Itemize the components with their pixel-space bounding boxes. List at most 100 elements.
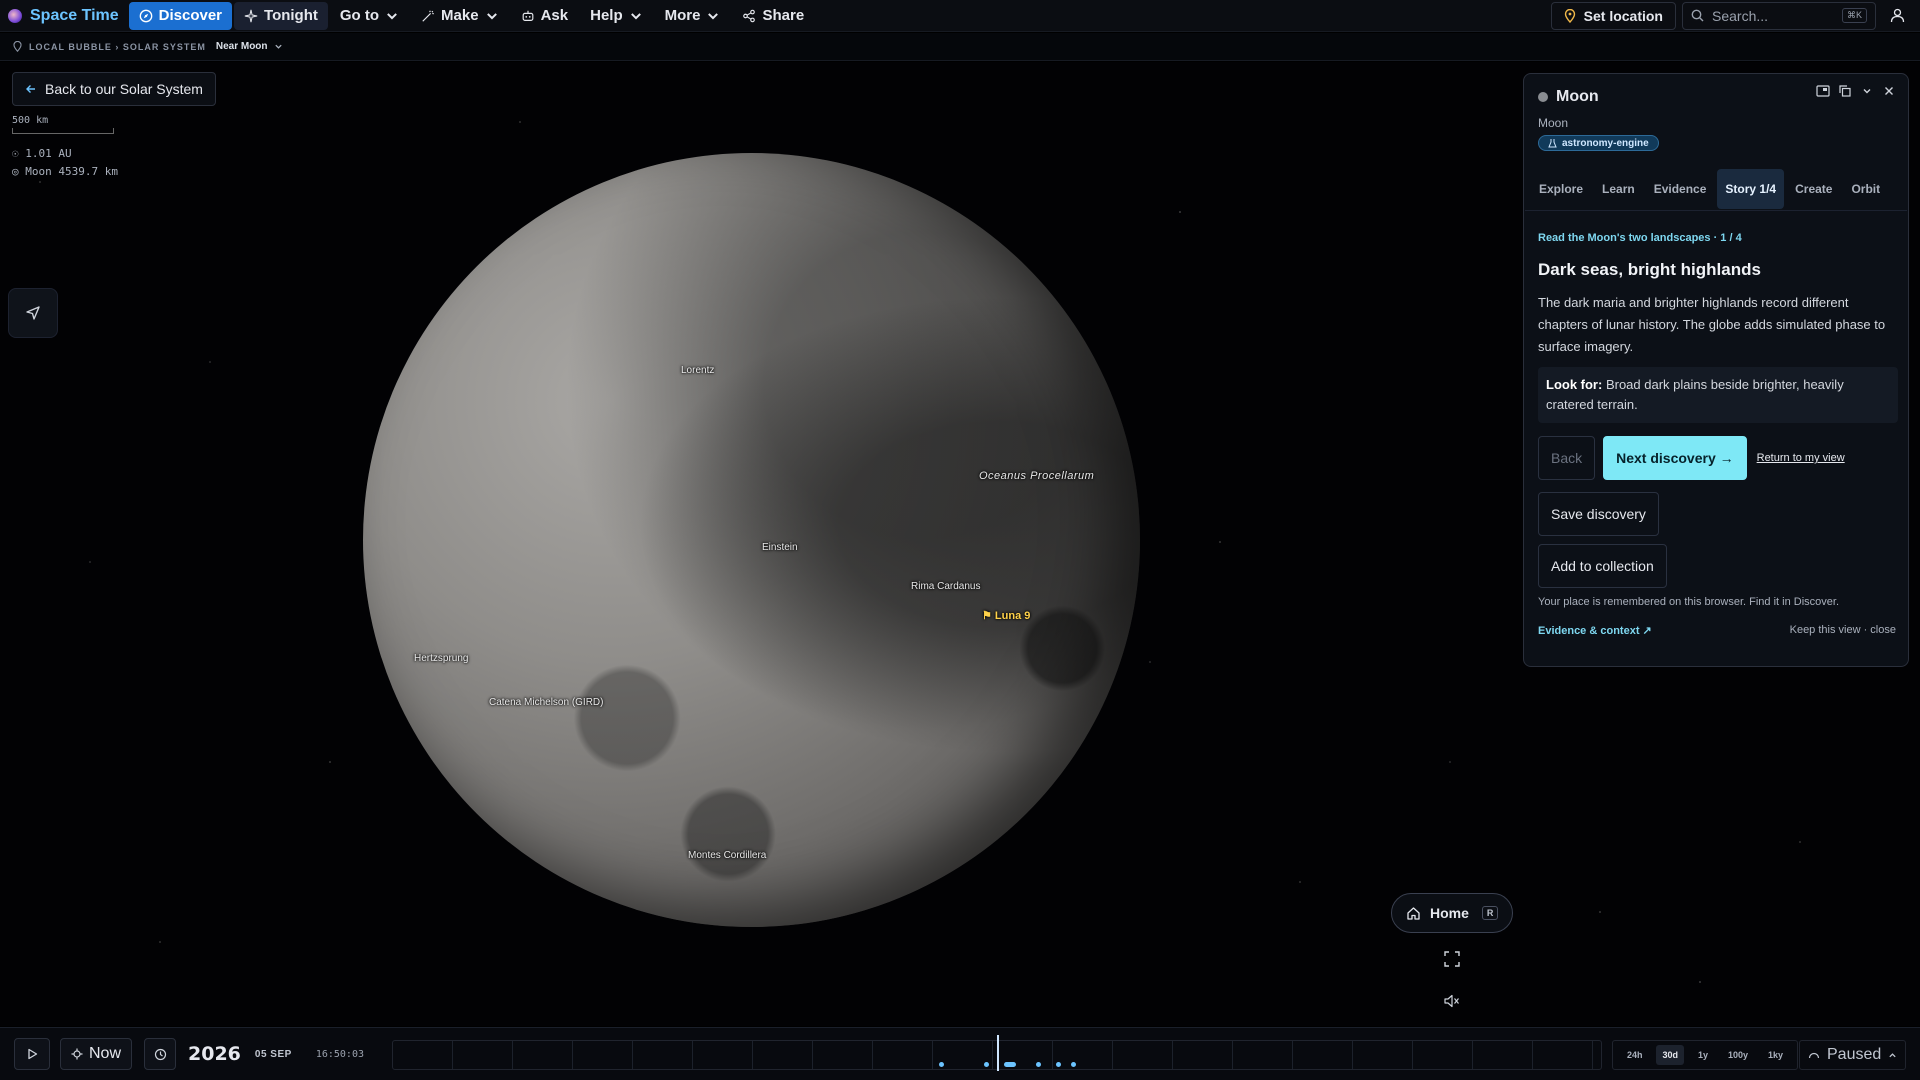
tab-explore[interactable]: Explore [1531, 169, 1591, 209]
story-nav-row: Back Next discovery → Return to my view [1538, 436, 1845, 480]
scale-label: 500 km [12, 115, 49, 126]
fullscreen-icon [1444, 951, 1460, 967]
chevron-down-icon [486, 12, 497, 19]
search-icon [1691, 9, 1704, 22]
event-marker[interactable] [939, 1062, 944, 1067]
timeline-bar: Now 2026 05 SEP 16:50:03 24h 30d 1y 100y… [0, 1027, 1920, 1080]
account-button[interactable] [1882, 2, 1912, 30]
compass-icon [139, 9, 152, 22]
panel-tools [1814, 82, 1898, 100]
back-to-solar-system-label: Back to our Solar System [45, 81, 203, 97]
event-marker[interactable] [1036, 1062, 1041, 1067]
help-label: Help [590, 7, 623, 24]
help-menu[interactable]: Help [580, 2, 653, 30]
event-marker[interactable] [984, 1062, 989, 1067]
range-30d[interactable]: 30d [1656, 1045, 1684, 1065]
tab-create[interactable]: Create [1787, 169, 1840, 209]
search-input[interactable]: Search... ⌘K [1682, 1, 1876, 30]
timeline-scrubber[interactable] [392, 1035, 1602, 1071]
make-menu[interactable]: Make [411, 2, 509, 30]
breadcrumb: LOCAL BUBBLE › SOLAR SYSTEM Near Moon [0, 33, 1920, 61]
playback-state-button[interactable]: Paused [1799, 1040, 1906, 1070]
more-menu[interactable]: More [655, 2, 731, 30]
scale-bar: 500 km [12, 115, 114, 134]
ask-button[interactable]: Ask [511, 2, 579, 30]
event-marker[interactable] [1071, 1062, 1076, 1067]
select-tool-button[interactable] [8, 288, 58, 338]
breadcrumb-current[interactable]: Near Moon [216, 41, 268, 52]
fullscreen-button[interactable] [1441, 948, 1463, 970]
next-discovery-button[interactable]: Next discovery → [1603, 436, 1747, 480]
tab-orbit[interactable]: Orbit [1843, 169, 1888, 209]
pin-panel-button[interactable] [1814, 82, 1832, 100]
source-badge-label: astronomy-engine [1562, 137, 1649, 149]
sparkle-icon [244, 9, 258, 22]
chevron-down-icon [630, 12, 641, 19]
mute-button[interactable] [1441, 990, 1463, 1012]
keep-view-close-link[interactable]: Keep this view · close [1790, 624, 1896, 637]
feature-label-hertzsprung[interactable]: Hertzsprung [414, 653, 468, 664]
return-to-my-view-link[interactable]: Return to my view [1757, 452, 1845, 464]
sun-icon: ☉ [12, 147, 26, 160]
chevron-down-icon [708, 12, 719, 19]
discover-button[interactable]: Discover [128, 1, 233, 30]
now-button[interactable]: Now [60, 1038, 133, 1070]
share-icon [743, 9, 756, 22]
home-button[interactable]: Home R [1391, 893, 1513, 933]
goto-label: Go to [339, 7, 380, 24]
chevron-down-icon[interactable] [274, 42, 283, 51]
save-discovery-button[interactable]: Save discovery [1538, 492, 1659, 536]
add-to-collection-button[interactable]: Add to collection [1538, 544, 1667, 588]
brand[interactable]: Space Time [8, 7, 119, 25]
feature-label-catena-michelson[interactable]: Catena Michelson (GIRD) [489, 697, 603, 708]
range-1y[interactable]: 1y [1692, 1045, 1714, 1065]
breadcrumb-path[interactable]: LOCAL BUBBLE › SOLAR SYSTEM [29, 42, 206, 52]
user-icon [1890, 8, 1904, 23]
event-marker[interactable] [1004, 1062, 1016, 1067]
moon-globe[interactable] [363, 153, 1140, 927]
feature-label-lorentz[interactable]: Lorentz [681, 365, 714, 376]
share-button[interactable]: Share [732, 2, 814, 30]
tab-learn[interactable]: Learn [1594, 169, 1643, 209]
close-button[interactable] [1880, 82, 1898, 100]
source-badge[interactable]: astronomy-engine [1538, 135, 1659, 151]
range-24h[interactable]: 24h [1621, 1045, 1649, 1065]
history-icon [154, 1048, 166, 1060]
set-location-label: Set location [1583, 7, 1663, 24]
collapse-button[interactable] [1858, 82, 1876, 100]
feature-label-oceanus-procellarum[interactable]: Oceanus Procellarum [979, 470, 1094, 482]
landing-site-luna-9[interactable]: ⚑ Luna 9 [982, 609, 1030, 622]
feature-label-einstein[interactable]: Einstein [762, 542, 798, 553]
current-time[interactable]: 16:50:03 [316, 1049, 364, 1060]
tab-story[interactable]: Story 1/4 [1717, 168, 1785, 209]
scale-line [12, 128, 114, 134]
copy-button[interactable] [1836, 82, 1854, 100]
wand-icon [422, 10, 434, 22]
goto-menu[interactable]: Go to [330, 2, 409, 30]
top-navigation-bar: Space Time Discover Tonight Go to Make A… [0, 0, 1920, 32]
current-date[interactable]: 05 SEP [255, 1049, 292, 1060]
copy-icon [1839, 85, 1851, 97]
evidence-context-link[interactable]: Evidence & context ↗ [1538, 624, 1652, 637]
playback-state-label: Paused [1827, 1046, 1882, 1063]
chevron-up-icon [1889, 1052, 1896, 1057]
home-shortcut: R [1481, 906, 1499, 920]
feature-label-montes-cordillera[interactable]: Montes Cordillera [688, 850, 766, 861]
range-100y[interactable]: 100y [1722, 1045, 1754, 1065]
timeline-playhead[interactable] [997, 1035, 999, 1071]
story-title: Dark seas, bright highlands [1538, 260, 1761, 279]
tab-evidence[interactable]: Evidence [1646, 169, 1715, 209]
range-1ky[interactable]: 1ky [1762, 1045, 1789, 1065]
event-marker[interactable] [1056, 1062, 1061, 1067]
chevron-down-icon [387, 12, 397, 19]
panel-tabs: Explore Learn Evidence Story 1/4 Create … [1525, 167, 1907, 211]
story-back-button[interactable]: Back [1538, 436, 1596, 480]
back-to-solar-system-button[interactable]: Back to our Solar System [12, 72, 216, 106]
tonight-button[interactable]: Tonight [234, 1, 328, 30]
feature-label-rima-cardanus[interactable]: Rima Cardanus [911, 581, 980, 592]
set-location-button[interactable]: Set location [1550, 1, 1676, 30]
history-button[interactable] [144, 1038, 177, 1070]
object-color-dot [1538, 92, 1548, 102]
current-year[interactable]: 2026 [188, 1043, 241, 1065]
play-button[interactable] [14, 1038, 50, 1070]
